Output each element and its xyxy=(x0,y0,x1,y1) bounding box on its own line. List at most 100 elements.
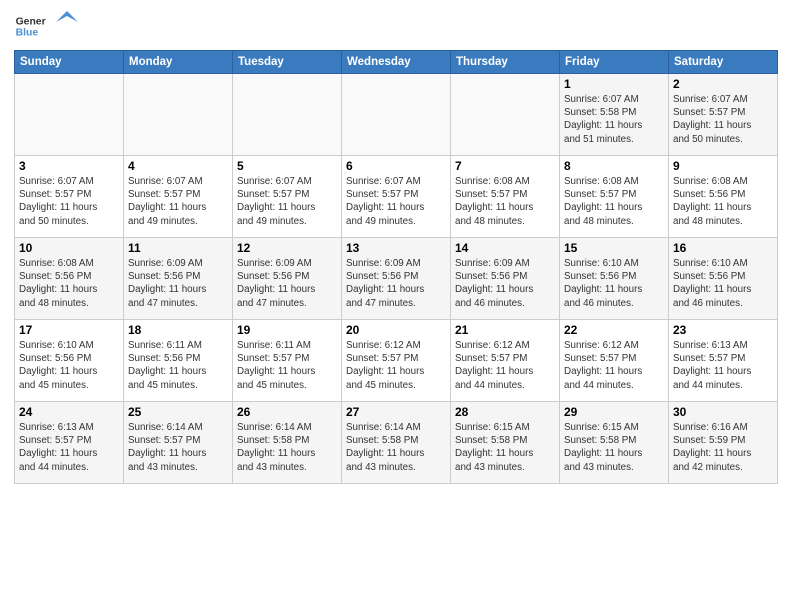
logo-icon: General Blue xyxy=(14,10,46,42)
day-number: 19 xyxy=(237,323,337,337)
day-number: 9 xyxy=(673,159,773,173)
day-info: Sunrise: 6:10 AM Sunset: 5:56 PM Dayligh… xyxy=(19,339,119,392)
day-number: 24 xyxy=(19,405,119,419)
day-number: 16 xyxy=(673,241,773,255)
day-number: 22 xyxy=(564,323,664,337)
day-number: 17 xyxy=(19,323,119,337)
day-info: Sunrise: 6:09 AM Sunset: 5:56 PM Dayligh… xyxy=(346,257,446,310)
day-info: Sunrise: 6:09 AM Sunset: 5:56 PM Dayligh… xyxy=(237,257,337,310)
day-number: 11 xyxy=(128,241,228,255)
calendar-cell: 27Sunrise: 6:14 AM Sunset: 5:58 PM Dayli… xyxy=(342,402,451,484)
day-number: 5 xyxy=(237,159,337,173)
day-info: Sunrise: 6:15 AM Sunset: 5:58 PM Dayligh… xyxy=(564,421,664,474)
calendar-cell: 19 Sunrise: 6:11 AM Sunset: 5:57 PM Dayli… xyxy=(233,320,342,402)
day-info: Sunrise: 6:12 AM Sunset: 5:57 PM Dayligh… xyxy=(455,339,555,392)
day-number: 30 xyxy=(673,405,773,419)
day-info: Sunrise: 6:11 AM Sunset: 5:57 PM Dayligh… xyxy=(237,339,337,392)
day-number: 14 xyxy=(455,241,555,255)
day-number: 29 xyxy=(564,405,664,419)
weekday-header-friday: Friday xyxy=(560,51,669,74)
day-number: 27 xyxy=(346,405,446,419)
calendar-cell: 1Sunrise: 6:07 AM Sunset: 5:58 PM Daylig… xyxy=(560,74,669,156)
calendar-cell: 9 Sunrise: 6:08 AM Sunset: 5:56 PM Daylig… xyxy=(669,156,778,238)
day-info: Sunrise: 6:07 AM Sunset: 5:57 PM Dayligh… xyxy=(128,175,228,228)
day-info: Sunrise: 6:10 AM Sunset: 5:56 PM Dayligh… xyxy=(564,257,664,310)
calendar-cell xyxy=(233,74,342,156)
day-info: Sunrise: 6:16 AM Sunset: 5:59 PM Dayligh… xyxy=(673,421,773,474)
day-number: 28 xyxy=(455,405,555,419)
weekday-header-tuesday: Tuesday xyxy=(233,51,342,74)
calendar-cell: 6Sunrise: 6:07 AM Sunset: 5:57 PM Daylig… xyxy=(342,156,451,238)
calendar-week-4: 17 Sunrise: 6:10 AM Sunset: 5:56 PM Dayli… xyxy=(15,320,778,402)
calendar-cell: 4 Sunrise: 6:07 AM Sunset: 5:57 PM Daylig… xyxy=(124,156,233,238)
day-info: Sunrise: 6:07 AM Sunset: 5:57 PM Dayligh… xyxy=(346,175,446,228)
calendar-week-1: 1Sunrise: 6:07 AM Sunset: 5:58 PM Daylig… xyxy=(15,74,778,156)
day-info: Sunrise: 6:07 AM Sunset: 5:57 PM Dayligh… xyxy=(237,175,337,228)
weekday-header-monday: Monday xyxy=(124,51,233,74)
day-info: Sunrise: 6:14 AM Sunset: 5:58 PM Dayligh… xyxy=(237,421,337,474)
day-number: 13 xyxy=(346,241,446,255)
calendar-week-5: 24 Sunrise: 6:13 AM Sunset: 5:57 PM Dayli… xyxy=(15,402,778,484)
day-number: 3 xyxy=(19,159,119,173)
day-info: Sunrise: 6:07 AM Sunset: 5:57 PM Dayligh… xyxy=(673,93,773,146)
day-info: Sunrise: 6:13 AM Sunset: 5:57 PM Dayligh… xyxy=(19,421,119,474)
weekday-header-sunday: Sunday xyxy=(15,51,124,74)
logo: General Blue xyxy=(14,10,78,42)
calendar-header-row: SundayMondayTuesdayWednesdayThursdayFrid… xyxy=(15,51,778,74)
calendar-cell: 28 Sunrise: 6:15 AM Sunset: 5:58 PM Dayli… xyxy=(451,402,560,484)
calendar-week-3: 10 Sunrise: 6:08 AM Sunset: 5:56 PM Dayli… xyxy=(15,238,778,320)
calendar-cell: 26Sunrise: 6:14 AM Sunset: 5:58 PM Dayli… xyxy=(233,402,342,484)
day-info: Sunrise: 6:07 AM Sunset: 5:57 PM Dayligh… xyxy=(19,175,119,228)
calendar-cell: 7 Sunrise: 6:08 AM Sunset: 5:57 PM Daylig… xyxy=(451,156,560,238)
calendar-cell xyxy=(124,74,233,156)
calendar-cell: 23 Sunrise: 6:13 AM Sunset: 5:57 PM Dayli… xyxy=(669,320,778,402)
day-info: Sunrise: 6:09 AM Sunset: 5:56 PM Dayligh… xyxy=(128,257,228,310)
header: General Blue xyxy=(14,10,778,42)
weekday-header-wednesday: Wednesday xyxy=(342,51,451,74)
weekday-header-saturday: Saturday xyxy=(669,51,778,74)
page-container: General Blue SundayMondayTuesdayWednesda… xyxy=(0,0,792,492)
calendar-cell: 13 Sunrise: 6:09 AM Sunset: 5:56 PM Dayli… xyxy=(342,238,451,320)
calendar-cell: 8Sunrise: 6:08 AM Sunset: 5:57 PM Daylig… xyxy=(560,156,669,238)
day-number: 1 xyxy=(564,77,664,91)
day-number: 15 xyxy=(564,241,664,255)
calendar-cell: 14 Sunrise: 6:09 AM Sunset: 5:56 PM Dayli… xyxy=(451,238,560,320)
day-info: Sunrise: 6:13 AM Sunset: 5:57 PM Dayligh… xyxy=(673,339,773,392)
day-number: 20 xyxy=(346,323,446,337)
day-info: Sunrise: 6:10 AM Sunset: 5:56 PM Dayligh… xyxy=(673,257,773,310)
day-number: 7 xyxy=(455,159,555,173)
day-number: 18 xyxy=(128,323,228,337)
day-number: 23 xyxy=(673,323,773,337)
logo-arrow-icon xyxy=(56,11,78,33)
calendar-cell: 16 Sunrise: 6:10 AM Sunset: 5:56 PM Dayli… xyxy=(669,238,778,320)
day-info: Sunrise: 6:08 AM Sunset: 5:56 PM Dayligh… xyxy=(673,175,773,228)
day-info: Sunrise: 6:15 AM Sunset: 5:58 PM Dayligh… xyxy=(455,421,555,474)
day-number: 25 xyxy=(128,405,228,419)
svg-text:Blue: Blue xyxy=(16,28,39,39)
calendar-cell: 20Sunrise: 6:12 AM Sunset: 5:57 PM Dayli… xyxy=(342,320,451,402)
day-info: Sunrise: 6:11 AM Sunset: 5:56 PM Dayligh… xyxy=(128,339,228,392)
day-info: Sunrise: 6:09 AM Sunset: 5:56 PM Dayligh… xyxy=(455,257,555,310)
calendar-cell: 22Sunrise: 6:12 AM Sunset: 5:57 PM Dayli… xyxy=(560,320,669,402)
calendar-cell: 25Sunrise: 6:14 AM Sunset: 5:57 PM Dayli… xyxy=(124,402,233,484)
calendar-cell: 11 Sunrise: 6:09 AM Sunset: 5:56 PM Dayli… xyxy=(124,238,233,320)
weekday-header-thursday: Thursday xyxy=(451,51,560,74)
calendar-cell: 18 Sunrise: 6:11 AM Sunset: 5:56 PM Dayli… xyxy=(124,320,233,402)
calendar-cell xyxy=(15,74,124,156)
day-number: 12 xyxy=(237,241,337,255)
calendar-cell: 5 Sunrise: 6:07 AM Sunset: 5:57 PM Daylig… xyxy=(233,156,342,238)
calendar-cell: 21Sunrise: 6:12 AM Sunset: 5:57 PM Dayli… xyxy=(451,320,560,402)
calendar-cell: 2 Sunrise: 6:07 AM Sunset: 5:57 PM Daylig… xyxy=(669,74,778,156)
day-number: 10 xyxy=(19,241,119,255)
calendar-cell: 12 Sunrise: 6:09 AM Sunset: 5:56 PM Dayli… xyxy=(233,238,342,320)
calendar-cell: 29 Sunrise: 6:15 AM Sunset: 5:58 PM Dayli… xyxy=(560,402,669,484)
day-info: Sunrise: 6:08 AM Sunset: 5:56 PM Dayligh… xyxy=(19,257,119,310)
calendar-week-2: 3 Sunrise: 6:07 AM Sunset: 5:57 PM Daylig… xyxy=(15,156,778,238)
day-number: 4 xyxy=(128,159,228,173)
day-number: 2 xyxy=(673,77,773,91)
calendar-cell: 3 Sunrise: 6:07 AM Sunset: 5:57 PM Daylig… xyxy=(15,156,124,238)
day-info: Sunrise: 6:08 AM Sunset: 5:57 PM Dayligh… xyxy=(455,175,555,228)
calendar-cell: 24 Sunrise: 6:13 AM Sunset: 5:57 PM Dayli… xyxy=(15,402,124,484)
calendar-cell xyxy=(451,74,560,156)
calendar-cell: 10 Sunrise: 6:08 AM Sunset: 5:56 PM Dayli… xyxy=(15,238,124,320)
